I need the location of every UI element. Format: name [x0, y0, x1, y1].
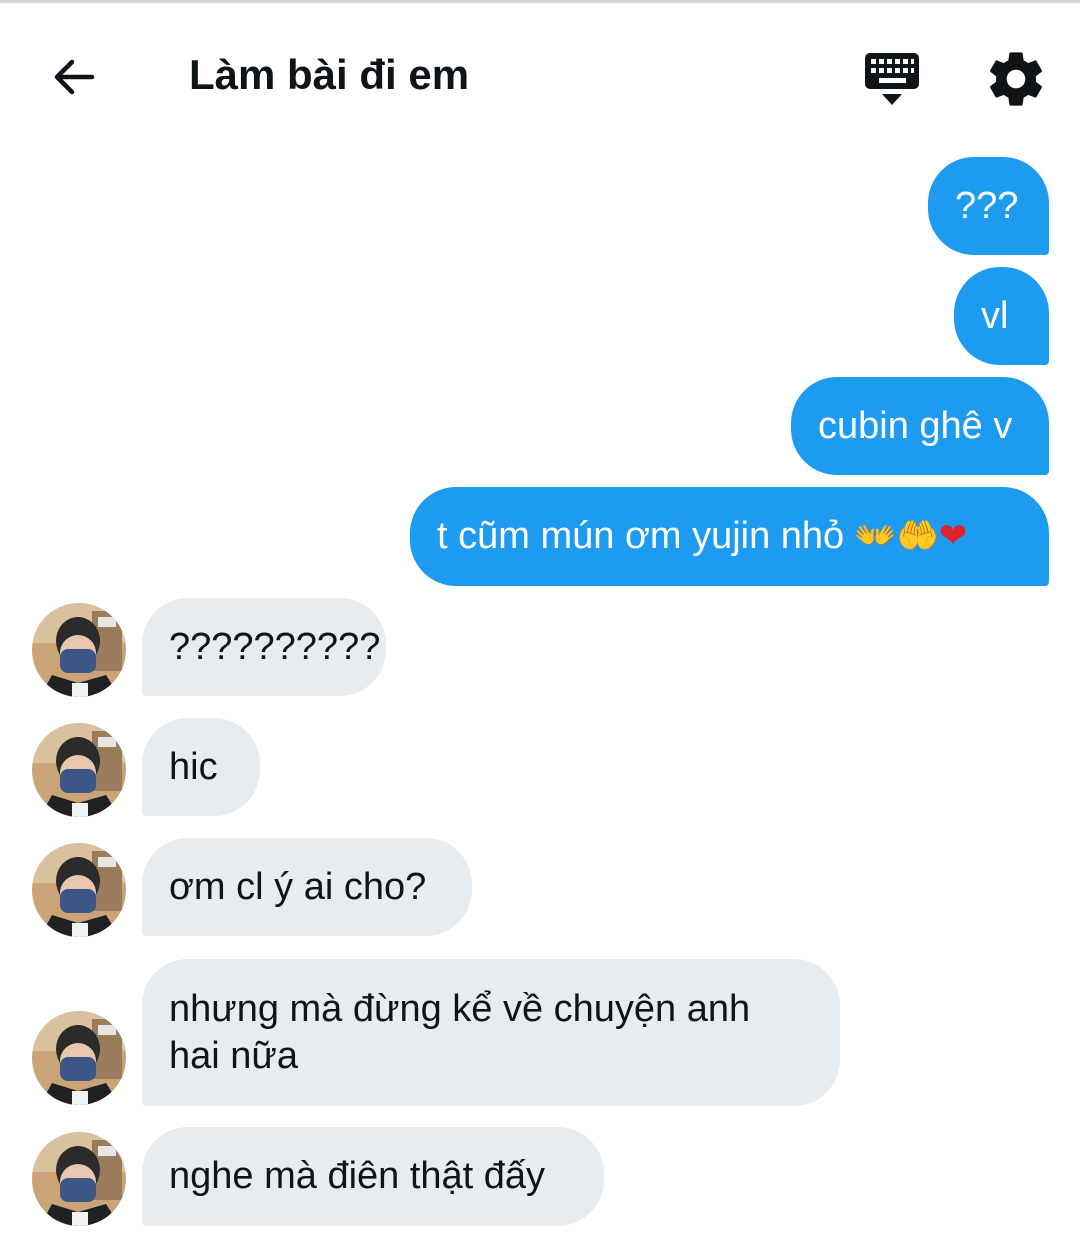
message-bubble-incoming[interactable]: nghe mà điên thật đấy [142, 1127, 604, 1226]
open-hands-emoji: 👐 [854, 516, 897, 556]
message-bubble-outgoing[interactable]: t cũm mún ơm yujin nhỏ 👐 🤲 ❤ [410, 487, 1049, 586]
message-text: t cũm mún ơm yujin nhỏ [437, 515, 845, 557]
avatar-photo-icon [32, 603, 126, 697]
avatar-photo-icon [32, 723, 126, 817]
message-bubble-incoming[interactable]: hic [142, 718, 260, 816]
message-text: cubin ghê v [818, 404, 1013, 447]
back-button[interactable] [46, 49, 102, 105]
heart-emoji: ❤ [938, 516, 968, 556]
message-bubble-outgoing[interactable]: ??? [928, 157, 1049, 255]
message-text: ?????????? [169, 625, 381, 668]
message-text: ơm cl ý ai cho? [169, 865, 427, 908]
message-bubble-outgoing[interactable]: vl [954, 267, 1049, 365]
message-text: hic [169, 745, 218, 788]
arrow-left-icon [54, 59, 95, 95]
conversation-title: Làm bài đi em [189, 51, 470, 98]
avatar[interactable] [32, 843, 126, 937]
palms-up-emoji: 🤲 [896, 516, 939, 556]
avatar[interactable] [32, 1011, 126, 1105]
message-text: ??? [955, 184, 1019, 227]
message-bubble-incoming[interactable]: ơm cl ý ai cho? [142, 838, 472, 936]
avatar-photo-icon [32, 843, 126, 937]
avatar[interactable] [32, 723, 126, 817]
message-text: nghe mà điên thật đấy [169, 1155, 546, 1197]
conversation-header: Làm bài đi em [0, 3, 1080, 143]
message-bubble-incoming[interactable]: ?????????? [142, 598, 386, 696]
message-bubble-outgoing[interactable]: cubin ghê v [791, 377, 1049, 475]
message-text: nhưng mà đừng kể về chuyện anh hai nữa [169, 987, 751, 1077]
gear-icon [990, 52, 1042, 106]
avatar[interactable] [32, 603, 126, 697]
settings-button[interactable] [984, 47, 1048, 111]
avatar[interactable] [32, 1132, 126, 1226]
avatar-photo-icon [32, 1132, 126, 1226]
keyboard-icon [865, 53, 919, 105]
message-text: vl [981, 294, 1009, 337]
message-bubble-incoming[interactable]: nhưng mà đừng kể về chuyện anh hai nữa [142, 959, 840, 1106]
keyboard-button[interactable] [860, 47, 924, 111]
avatar-photo-icon [32, 1011, 126, 1105]
